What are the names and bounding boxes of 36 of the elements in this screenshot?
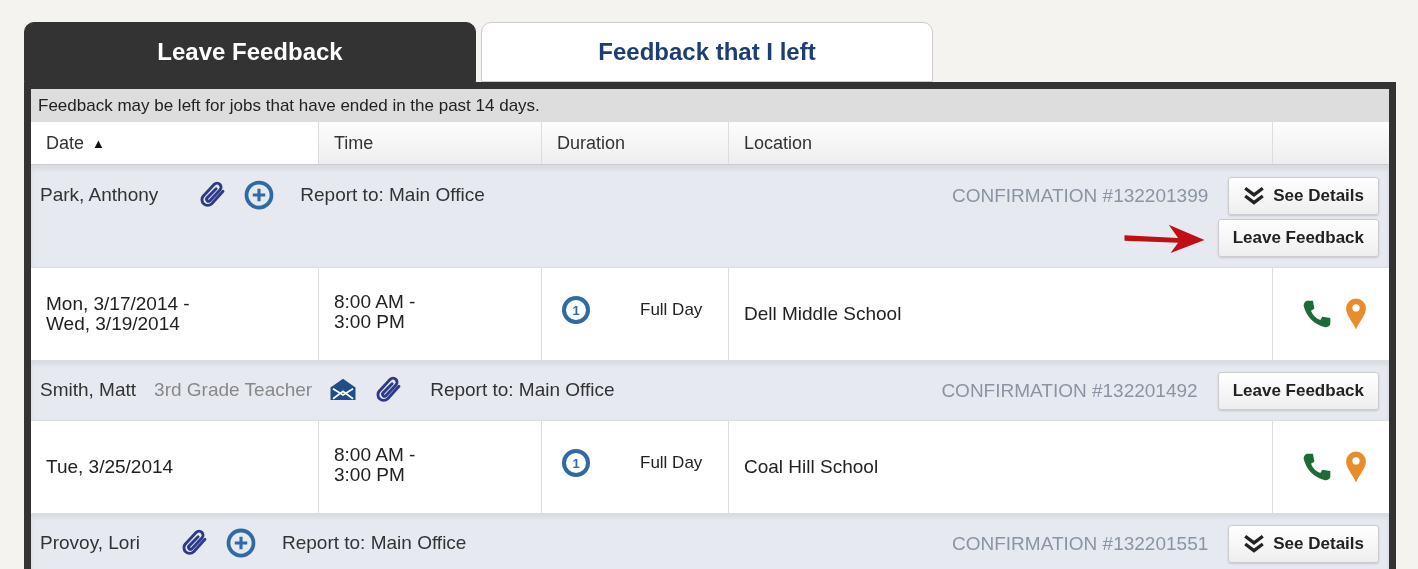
chevron-down-icon [1243,535,1266,553]
duration-badge: 1 [562,449,590,477]
job-time: 8:00 AM - 3:00 PM [334,444,417,485]
chevron-down-icon [1243,187,1266,205]
job-title: 3rd Grade Teacher [154,379,313,401]
add-icon[interactable] [244,180,275,210]
job-time: 8:00 AM - 3:00 PM [334,291,417,332]
leave-feedback-button[interactable]: Leave Feedback [1217,219,1379,257]
duration-text: Full Day [640,300,703,320]
see-details-button[interactable]: See Details [1228,525,1379,563]
tab[interactable]: Leave Feedback [24,22,476,82]
job-date: Mon, 3/17/2014 - Wed, 3/19/2014 [46,294,191,334]
employee-name: Park, Anthony [40,184,159,206]
location-name: Dell Middle School [744,303,902,325]
duration-badge: 1 [562,296,590,324]
duration-text: Full Day [640,453,703,473]
phone-icon[interactable] [1301,298,1333,330]
confirmation-number: CONFIRMATION #132201492 [941,380,1198,402]
column-header[interactable]: Duration [541,122,728,164]
job-date: Tue, 3/25/2014 [46,457,174,477]
phone-icon[interactable] [1301,451,1333,483]
report-to: Report to: Main Office [300,184,485,206]
tab[interactable]: Feedback that I left [481,22,933,82]
employee-name: Provoy, Lori [40,532,140,554]
employee-name: Smith, Matt [40,379,137,401]
location-name: Coal Hill School [744,456,879,478]
report-to: Report to: Main Office [430,379,615,401]
column-header[interactable]: Time [318,122,541,164]
column-header[interactable]: Location [728,122,1272,164]
confirmation-number: CONFIRMATION #132201399 [952,185,1209,207]
see-details-button[interactable]: See Details [1228,177,1379,215]
report-to: Report to: Main Office [281,532,467,554]
add-icon[interactable] [225,528,256,558]
notice-text: Feedback may be left for jobs that have ended in the past 14 days. [38,95,540,116]
leave-feedback-button[interactable]: Leave Feedback [1217,372,1379,410]
confirmation-number: CONFIRMATION #132201551 [952,533,1209,555]
